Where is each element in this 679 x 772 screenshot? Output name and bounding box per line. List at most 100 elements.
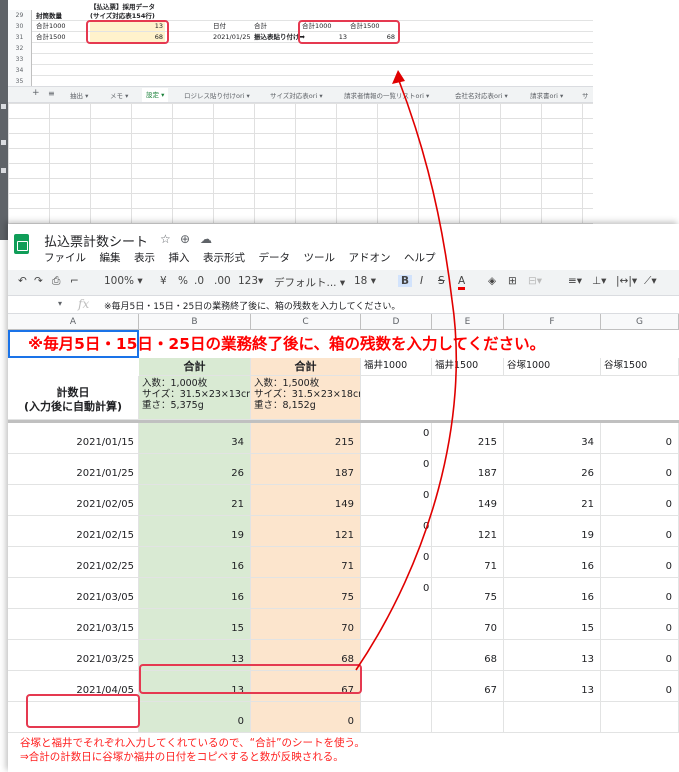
back-cell[interactable]: 2021/01/25: [213, 32, 250, 42]
merge-cells-icon[interactable]: ⊟▾: [528, 275, 542, 287]
menu-tools[interactable]: ツール: [304, 250, 336, 265]
cell-f[interactable]: 26: [504, 454, 601, 485]
cell-e[interactable]: 215: [432, 423, 504, 454]
sheet-tab[interactable]: 会社名対応表ori ▾: [455, 90, 508, 100]
cell-b[interactable]: 16: [139, 578, 251, 609]
menu-data[interactable]: データ: [259, 250, 291, 265]
calc-day-header[interactable]: 計数日 (入力後に自動計算): [8, 376, 139, 420]
cell-g[interactable]: 0: [601, 547, 679, 578]
back-cell[interactable]: 合計1500: [36, 32, 66, 42]
formula-input[interactable]: ※毎月5日・15日・25日の業務終了後に、箱の残数を入力してください。: [104, 299, 400, 312]
column-header-e[interactable]: E: [432, 314, 504, 330]
sheet-list-icon[interactable]: ≡: [48, 89, 55, 98]
cell-d[interactable]: 0: [361, 485, 432, 516]
header-yatsuka-1000[interactable]: 谷塚1000: [504, 358, 601, 376]
cell-date[interactable]: 2021/01/25: [8, 454, 139, 485]
cell-e[interactable]: 121: [432, 516, 504, 547]
cell-e[interactable]: 75: [432, 578, 504, 609]
cell-c[interactable]: 75: [251, 578, 361, 609]
menu-view[interactable]: 表示: [134, 250, 155, 265]
column-header-a[interactable]: A: [8, 314, 139, 330]
font-select[interactable]: デフォルト... ▾: [274, 275, 345, 290]
sheet-tab[interactable]: 請求者情報の一覧リストori ▾: [344, 90, 429, 100]
sheets-logo-icon[interactable]: [14, 234, 29, 254]
cell-d[interactable]: 0: [361, 547, 432, 578]
cell-f[interactable]: 16: [504, 578, 601, 609]
cell-g[interactable]: 0: [601, 516, 679, 547]
back-cell[interactable]: 合計: [254, 21, 267, 31]
redo-icon[interactable]: ↷: [34, 275, 43, 287]
cell-b[interactable]: 15: [139, 609, 251, 640]
bold-button[interactable]: B: [398, 275, 413, 287]
total-header-c[interactable]: 合計: [251, 358, 361, 376]
back-cell[interactable]: 合計1000: [36, 21, 66, 31]
cell-f[interactable]: 21: [504, 485, 601, 516]
borders-icon[interactable]: ⊞: [508, 275, 517, 287]
header-yatsuka-1500[interactable]: 谷塚1500: [601, 358, 679, 376]
cell-d[interactable]: 0: [361, 423, 432, 454]
cell-g[interactable]: [601, 702, 679, 733]
star-icon[interactable]: ☆: [160, 232, 171, 246]
horizontal-align-icon[interactable]: ≡▾: [568, 275, 582, 287]
decrease-decimal-button[interactable]: .0: [194, 275, 204, 287]
cell-f[interactable]: 15: [504, 609, 601, 640]
move-folder-icon[interactable]: ⊕: [180, 232, 190, 246]
cell-date[interactable]: 2021/03/05: [8, 578, 139, 609]
cell-c[interactable]: 187: [251, 454, 361, 485]
column-header-b[interactable]: B: [139, 314, 251, 330]
cell-b[interactable]: 21: [139, 485, 251, 516]
cell-b[interactable]: 0: [139, 702, 251, 733]
menu-addons[interactable]: アドオン: [349, 250, 391, 265]
header-fukui-1000[interactable]: 福井1000: [361, 358, 432, 376]
menu-help[interactable]: ヘルプ: [404, 250, 436, 265]
menu-insert[interactable]: 挿入: [169, 250, 190, 265]
column-header-c[interactable]: C: [251, 314, 361, 330]
cell-b[interactable]: 34: [139, 423, 251, 454]
instruction-banner[interactable]: ※毎月5日・15日・25日の業務終了後に、箱の残数を入力してください。: [28, 332, 545, 354]
sheet-tab[interactable]: 請求書ori ▾: [530, 90, 563, 100]
spec-cell-b[interactable]: 入数：1,000枚 サイズ：31.5×23×13cm 重さ：5,375g: [139, 376, 251, 420]
cell-e[interactable]: 187: [432, 454, 504, 485]
cell-e[interactable]: 70: [432, 609, 504, 640]
zoom-select[interactable]: 100% ▾: [104, 275, 143, 287]
text-rotation-icon[interactable]: ⟋▾: [644, 275, 657, 288]
italic-button[interactable]: I: [420, 275, 423, 287]
cell-f[interactable]: 13: [504, 640, 601, 671]
menu-file[interactable]: ファイル: [44, 250, 86, 265]
header-fukui-1500[interactable]: 福井1500: [432, 358, 504, 376]
cell-g[interactable]: 0: [601, 609, 679, 640]
fill-color-icon[interactable]: ◈: [488, 275, 496, 287]
cell-g[interactable]: 0: [601, 423, 679, 454]
cell-d[interactable]: 0: [361, 578, 432, 609]
sheet-tab[interactable]: ロジレス貼り付けori ▾: [184, 90, 250, 100]
cell-date[interactable]: 2021/03/25: [8, 640, 139, 671]
menu-edit[interactable]: 編集: [100, 250, 121, 265]
sheet-tab-active[interactable]: 設定 ▾: [142, 88, 169, 102]
strikethrough-button[interactable]: S: [438, 275, 445, 287]
cell-d[interactable]: [361, 640, 432, 671]
cell-c[interactable]: 121: [251, 516, 361, 547]
increase-decimal-button[interactable]: .00: [214, 275, 231, 287]
currency-button[interactable]: ¥: [160, 275, 167, 287]
cell-d[interactable]: [361, 702, 432, 733]
cell-e[interactable]: 67: [432, 671, 504, 702]
cell-g[interactable]: 0: [601, 578, 679, 609]
cell-f[interactable]: 34: [504, 423, 601, 454]
cell-date[interactable]: 2021/03/15: [8, 609, 139, 640]
cell-c[interactable]: 70: [251, 609, 361, 640]
back-cell[interactable]: 封筒数量: [36, 11, 62, 21]
cell-c[interactable]: 149: [251, 485, 361, 516]
cell-e[interactable]: [432, 702, 504, 733]
print-icon[interactable]: ⎙: [52, 275, 60, 288]
cell-d[interactable]: [361, 671, 432, 702]
cell-e[interactable]: 149: [432, 485, 504, 516]
cell-g[interactable]: 0: [601, 640, 679, 671]
cell-f[interactable]: [504, 702, 601, 733]
undo-icon[interactable]: ↶: [18, 275, 27, 287]
menu-format[interactable]: 表示形式: [203, 250, 245, 265]
vertical-align-icon[interactable]: ⊥▾: [592, 275, 606, 287]
cell-c[interactable]: 0: [251, 702, 361, 733]
cell-f[interactable]: 13: [504, 671, 601, 702]
cell-date[interactable]: 2021/01/15: [8, 423, 139, 454]
cell-e[interactable]: 68: [432, 640, 504, 671]
